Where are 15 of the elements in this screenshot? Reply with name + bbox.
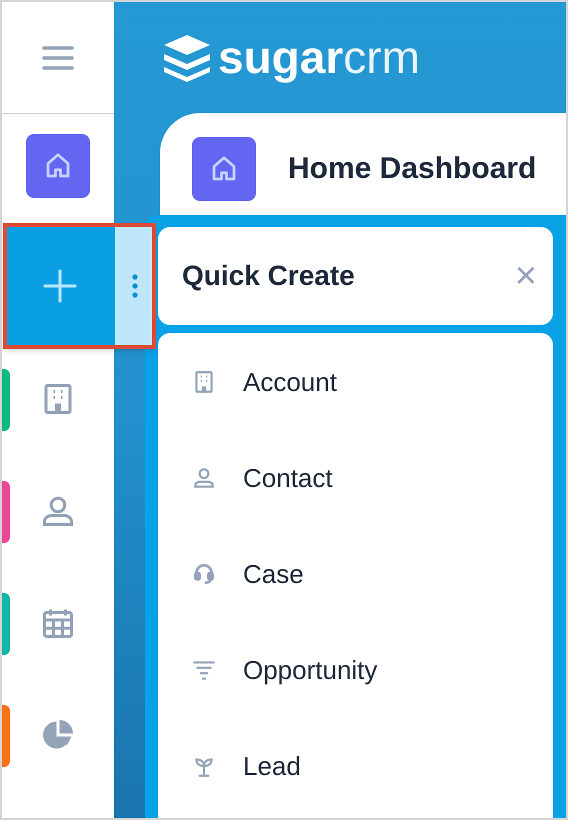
menu-item[interactable]: Lead (158, 718, 553, 814)
menu-item[interactable]: Opportunity (158, 622, 553, 718)
menu-item[interactable]: Account (158, 334, 553, 430)
dashboard-title: Home Dashboard (288, 151, 536, 187)
headset-icon (191, 561, 217, 587)
menu-icon[interactable] (41, 44, 75, 72)
plus-icon (42, 269, 76, 303)
menu-item[interactable]: Contact (158, 430, 553, 526)
menu-item[interactable]: Case (158, 526, 553, 622)
panel-title: Quick Create (182, 259, 355, 293)
more-button[interactable] (115, 225, 154, 347)
logo-text: sugarcrm (218, 32, 420, 82)
kebab-icon (132, 274, 138, 298)
home-button[interactable] (26, 134, 90, 198)
stack-logo-icon (162, 32, 212, 82)
